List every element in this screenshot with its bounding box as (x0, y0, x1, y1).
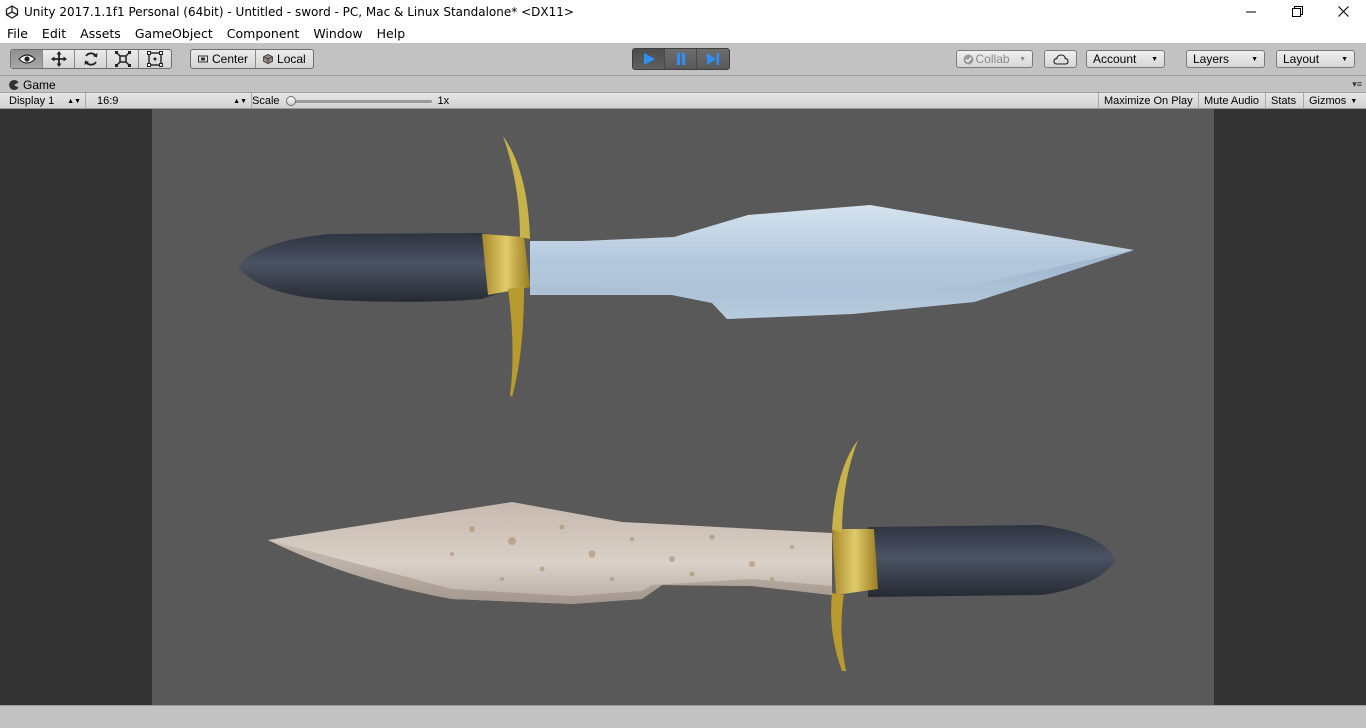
unity-logo-icon (5, 4, 19, 19)
cloud-button[interactable] (1044, 50, 1077, 68)
pause-icon (676, 53, 685, 65)
aspect-dropdown[interactable]: 16:9 ▲▼ (92, 93, 252, 109)
game-viewport[interactable] (0, 109, 1366, 705)
scene-render (238, 136, 1134, 671)
display-dropdown[interactable]: Display 1 ▲▼ (4, 93, 86, 109)
game-tab-bar: Game ▾≡ (0, 77, 1366, 92)
status-bar (0, 705, 1366, 728)
move-tool-button[interactable] (43, 50, 75, 68)
chevron-down-icon: ▲▼ (67, 97, 81, 105)
scale-control: Scale 1x (252, 93, 449, 109)
pivot-center-icon (198, 55, 208, 63)
checkmark-icon (963, 54, 974, 64)
play-button[interactable] (633, 49, 665, 69)
gizmos-dropdown[interactable]: Gizmos ▼ (1303, 93, 1360, 109)
collab-dropdown[interactable]: Collab ▼ (956, 50, 1033, 68)
layout-label: Layout (1283, 52, 1320, 66)
maximize-on-play-toggle[interactable]: Maximize On Play (1098, 93, 1198, 109)
scale-label: Scale (252, 95, 280, 107)
restore-button[interactable] (1274, 0, 1320, 23)
mute-audio-toggle[interactable]: Mute Audio (1198, 93, 1264, 109)
pacman-icon (9, 79, 19, 90)
rotate-icon (84, 52, 97, 66)
minimize-button[interactable] (1228, 0, 1274, 23)
layers-dropdown[interactable]: Layers ▼ (1186, 50, 1265, 68)
tab-menu-icon[interactable]: ▾≡ (1352, 79, 1362, 90)
menu-file[interactable]: File (0, 26, 35, 41)
chevron-down-icon: ▲▼ (233, 97, 247, 105)
menu-component[interactable]: Component (220, 26, 307, 41)
cube-icon (263, 54, 273, 64)
display-label: Display 1 (9, 95, 55, 107)
sword-top (238, 136, 1134, 397)
window-title: Unity 2017.1.1f1 Personal (64bit) - Unti… (24, 4, 574, 19)
step-button[interactable] (697, 49, 729, 69)
restore-icon (1291, 6, 1303, 17)
scale-slider[interactable] (285, 93, 432, 109)
minimize-icon (1246, 11, 1256, 12)
pivot-center-button[interactable]: Center (191, 50, 257, 68)
scale-icon (114, 51, 131, 67)
chevron-down-icon: ▼ (1350, 97, 1358, 105)
close-icon (1337, 6, 1349, 17)
menu-bar: File Edit Assets GameObject Component Wi… (0, 23, 1366, 43)
menu-window[interactable]: Window (306, 26, 369, 41)
chevron-down-icon: ▼ (1019, 55, 1026, 63)
account-dropdown[interactable]: Account ▼ (1086, 50, 1165, 68)
menu-gameobject[interactable]: GameObject (128, 26, 220, 41)
scale-tool-button[interactable] (107, 50, 139, 68)
step-icon (707, 53, 719, 65)
tab-game[interactable]: Game (4, 77, 61, 92)
pivot-center-label: Center (212, 52, 249, 66)
menu-edit[interactable]: Edit (35, 26, 73, 41)
layout-dropdown[interactable]: Layout ▼ (1276, 50, 1355, 68)
menu-assets[interactable]: Assets (73, 26, 128, 41)
collab-label: Collab (975, 52, 1010, 66)
transform-tools (10, 49, 172, 69)
rect-tool-icon (147, 51, 163, 67)
scale-value: 1x (437, 95, 450, 107)
chevron-down-icon: ▼ (1151, 55, 1158, 63)
cloud-icon (1052, 53, 1069, 65)
game-view-toolbar: Display 1 ▲▼ 16:9 ▲▼ Scale 1x Maximize O… (0, 92, 1366, 109)
sword-bottom (268, 440, 1115, 671)
view-tool-button[interactable] (11, 50, 43, 68)
rotate-tool-button[interactable] (75, 50, 107, 68)
menu-help[interactable]: Help (370, 26, 413, 41)
account-label: Account (1093, 52, 1137, 66)
chevron-down-icon: ▼ (1251, 55, 1258, 63)
pivot-toggles: Center Local (190, 49, 314, 69)
pivot-local-label: Local (277, 52, 306, 66)
pause-button[interactable] (665, 49, 697, 69)
gizmos-label: Gizmos (1309, 95, 1347, 107)
view-eye-icon (17, 54, 36, 64)
title-bar: Unity 2017.1.1f1 Personal (64bit) - Unti… (0, 0, 1366, 23)
rect-tool-button[interactable] (139, 50, 171, 68)
close-button[interactable] (1320, 0, 1366, 23)
play-controls (632, 48, 730, 70)
main-toolbar: Center Local Collab ▼ Account ▼ Layers ▼… (0, 43, 1366, 76)
layers-label: Layers (1193, 52, 1230, 66)
pivot-local-button[interactable]: Local (256, 50, 313, 68)
play-icon (643, 53, 655, 65)
scale-slider-thumb[interactable] (285, 96, 296, 106)
chevron-down-icon: ▼ (1341, 55, 1348, 63)
game-render-area[interactable] (152, 109, 1214, 705)
move-icon (50, 51, 67, 67)
scale-slider-track (285, 100, 432, 103)
tab-game-label: Game (23, 77, 56, 92)
stats-toggle[interactable]: Stats (1265, 93, 1301, 109)
aspect-label: 16:9 (97, 95, 119, 107)
